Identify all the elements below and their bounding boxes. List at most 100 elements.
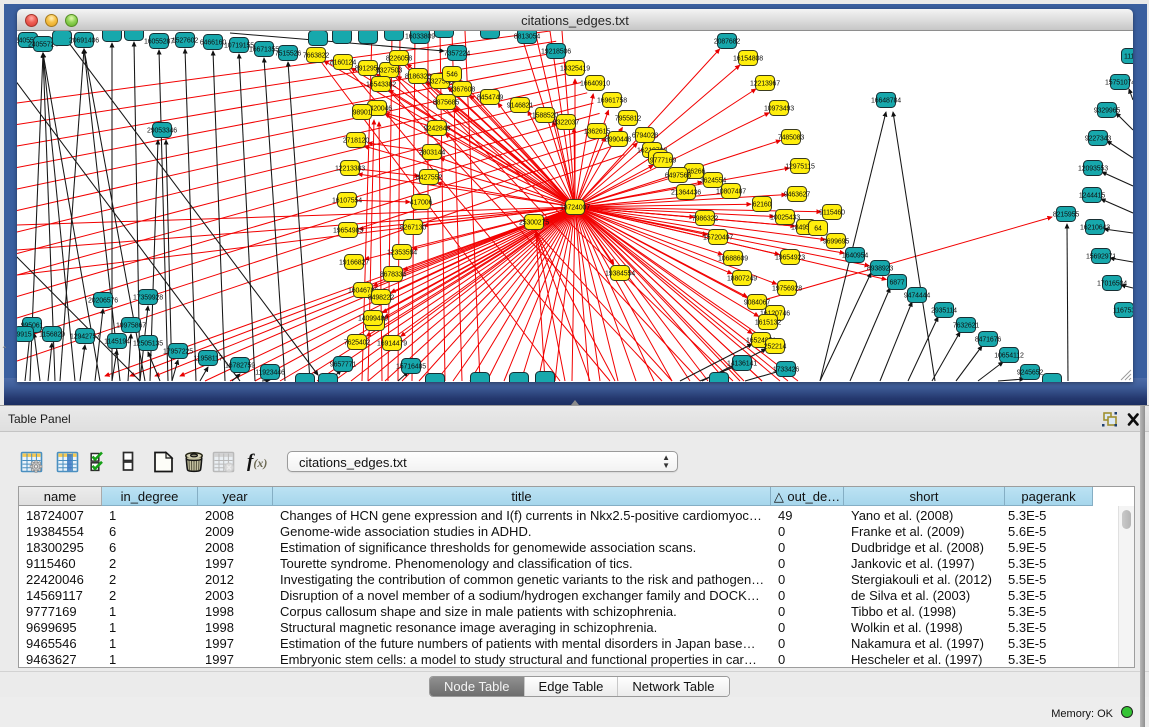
svg-text:64: 64 [814, 226, 822, 233]
svg-text:8226058: 8226058 [386, 56, 412, 63]
svg-text:8322037: 8322037 [553, 120, 579, 127]
svg-text:6497568: 6497568 [665, 173, 691, 180]
svg-text:9915: 9915 [17, 332, 32, 339]
svg-text:8454749: 8454749 [477, 95, 503, 102]
svg-text:15716485: 15716485 [396, 364, 426, 371]
svg-text:15751074: 15751074 [1105, 80, 1133, 87]
svg-text:16914479: 16914479 [377, 341, 407, 348]
svg-text:9463627: 9463627 [784, 192, 810, 199]
svg-text:11958117: 11958117 [194, 356, 223, 363]
svg-text:7955812: 7955812 [615, 116, 641, 123]
svg-text:16648784: 16648784 [871, 98, 901, 105]
svg-text:9327503: 9327503 [376, 68, 402, 75]
svg-text:1640954: 1640954 [842, 253, 868, 260]
svg-text:6466160: 6466160 [200, 40, 226, 47]
svg-text:15692971: 15692971 [1086, 254, 1116, 261]
svg-text:116753: 116753 [1113, 308, 1133, 315]
svg-text:7485083: 7485083 [778, 135, 804, 142]
svg-text:8427552: 8427552 [416, 175, 442, 182]
svg-text:20206576: 20206576 [88, 298, 118, 305]
svg-text:17957225: 17957225 [163, 349, 193, 356]
svg-text:9084067: 9084067 [744, 300, 770, 307]
svg-text:13325419: 13325419 [560, 66, 590, 73]
svg-text:8498222: 8498222 [368, 295, 394, 302]
svg-text:16055287: 16055287 [144, 39, 174, 46]
svg-text:16640910: 16640910 [580, 81, 610, 88]
svg-text:19654923: 19654923 [775, 255, 805, 262]
svg-text:20691406: 20691406 [69, 38, 99, 45]
svg-text:1112: 1112 [1124, 54, 1133, 61]
svg-text:62160: 62160 [753, 202, 772, 209]
svg-text:18807249: 18807249 [727, 276, 757, 283]
svg-text:1615132: 1615132 [755, 320, 781, 327]
svg-text:9777169: 9777169 [650, 158, 676, 165]
svg-text:16543382: 16543382 [366, 82, 396, 89]
svg-text:16782759: 16782759 [225, 363, 255, 370]
svg-text:7515526: 7515526 [275, 51, 301, 58]
svg-text:10807487: 10807487 [716, 189, 746, 196]
svg-text:8813054: 8813054 [514, 34, 540, 41]
svg-text:21364436: 21364436 [671, 190, 701, 197]
svg-text:417006: 417006 [410, 200, 433, 207]
svg-text:3624554: 3624554 [700, 178, 726, 185]
svg-text:9115460: 9115460 [819, 210, 845, 217]
svg-text:25300275: 25300275 [519, 220, 549, 227]
svg-text:15720407: 15720407 [703, 235, 733, 242]
svg-text:9242848: 9242848 [424, 126, 450, 133]
svg-text:8990448: 8990448 [605, 137, 631, 144]
svg-text:98901: 98901 [353, 110, 372, 117]
svg-text:1244415: 1244415 [1079, 193, 1105, 200]
svg-text:9227343: 9227343 [1085, 136, 1111, 143]
svg-text:9329965: 9329965 [1094, 108, 1120, 115]
svg-text:11923446: 11923446 [255, 370, 285, 377]
svg-text:1145194: 1145194 [104, 339, 130, 346]
svg-text:7986322: 7986322 [692, 216, 718, 223]
svg-text:10654112: 10654112 [994, 353, 1024, 360]
svg-text:17359928: 17359928 [133, 295, 163, 302]
svg-text:9474444: 9474444 [904, 293, 930, 300]
svg-text:9146821: 9146821 [507, 103, 533, 110]
svg-text:8938923: 8938923 [867, 266, 893, 273]
svg-text:19218506: 19218506 [541, 49, 571, 56]
svg-text:19384554: 19384554 [605, 271, 635, 278]
svg-text:14136141: 14136141 [727, 361, 757, 368]
svg-text:17016504: 17016504 [1097, 281, 1127, 288]
svg-text:12505135: 12505135 [133, 341, 163, 348]
svg-text:8471676: 8471676 [975, 337, 1001, 344]
svg-text:10973493: 10973493 [764, 106, 794, 113]
svg-text:546: 546 [446, 72, 457, 79]
svg-text:19654983: 19654983 [333, 228, 363, 235]
svg-text:7357224: 7357224 [444, 51, 470, 58]
svg-text:6877: 6877 [890, 280, 905, 287]
svg-text:19975867: 19975867 [116, 323, 146, 330]
svg-text:2367608: 2367608 [449, 87, 475, 94]
svg-text:9245652: 9245652 [1017, 370, 1043, 377]
svg-text:8267130: 8267130 [400, 225, 426, 232]
svg-text:19756928: 19756928 [772, 286, 802, 293]
svg-text:18724007: 18724007 [560, 205, 590, 212]
svg-text:7663822: 7663822 [303, 53, 329, 60]
svg-text:1733426: 1733426 [773, 367, 799, 374]
svg-text:12213967: 12213967 [750, 81, 780, 88]
svg-text:2935114: 2935114 [931, 308, 957, 315]
svg-text:2718120: 2718120 [343, 138, 369, 145]
svg-text:7625402: 7625402 [344, 340, 370, 347]
svg-text:252214: 252214 [764, 344, 787, 351]
svg-text:8875685: 8875685 [433, 100, 459, 107]
svg-text:16961758: 16961758 [597, 98, 627, 105]
svg-text:7632621: 7632621 [953, 323, 979, 330]
svg-text:2087682: 2087682 [714, 39, 740, 46]
svg-text:8678334: 8678334 [380, 272, 406, 279]
svg-text:16033809: 16033809 [405, 34, 435, 41]
svg-text:2803144: 2803144 [419, 150, 445, 157]
svg-text:10025433: 10025433 [770, 215, 800, 222]
svg-text:10688609: 10688609 [718, 256, 748, 263]
svg-text:1527602: 1527602 [172, 38, 198, 45]
svg-text:12353594: 12353594 [387, 250, 417, 257]
svg-text:6794028: 6794028 [632, 133, 658, 140]
svg-text:19166827: 19166827 [339, 260, 369, 267]
svg-text:12213383: 12213383 [335, 166, 365, 173]
svg-text:9657771: 9657771 [330, 362, 356, 369]
svg-text:12093553: 12093553 [1078, 166, 1108, 173]
svg-text:16107554: 16107554 [332, 198, 362, 205]
